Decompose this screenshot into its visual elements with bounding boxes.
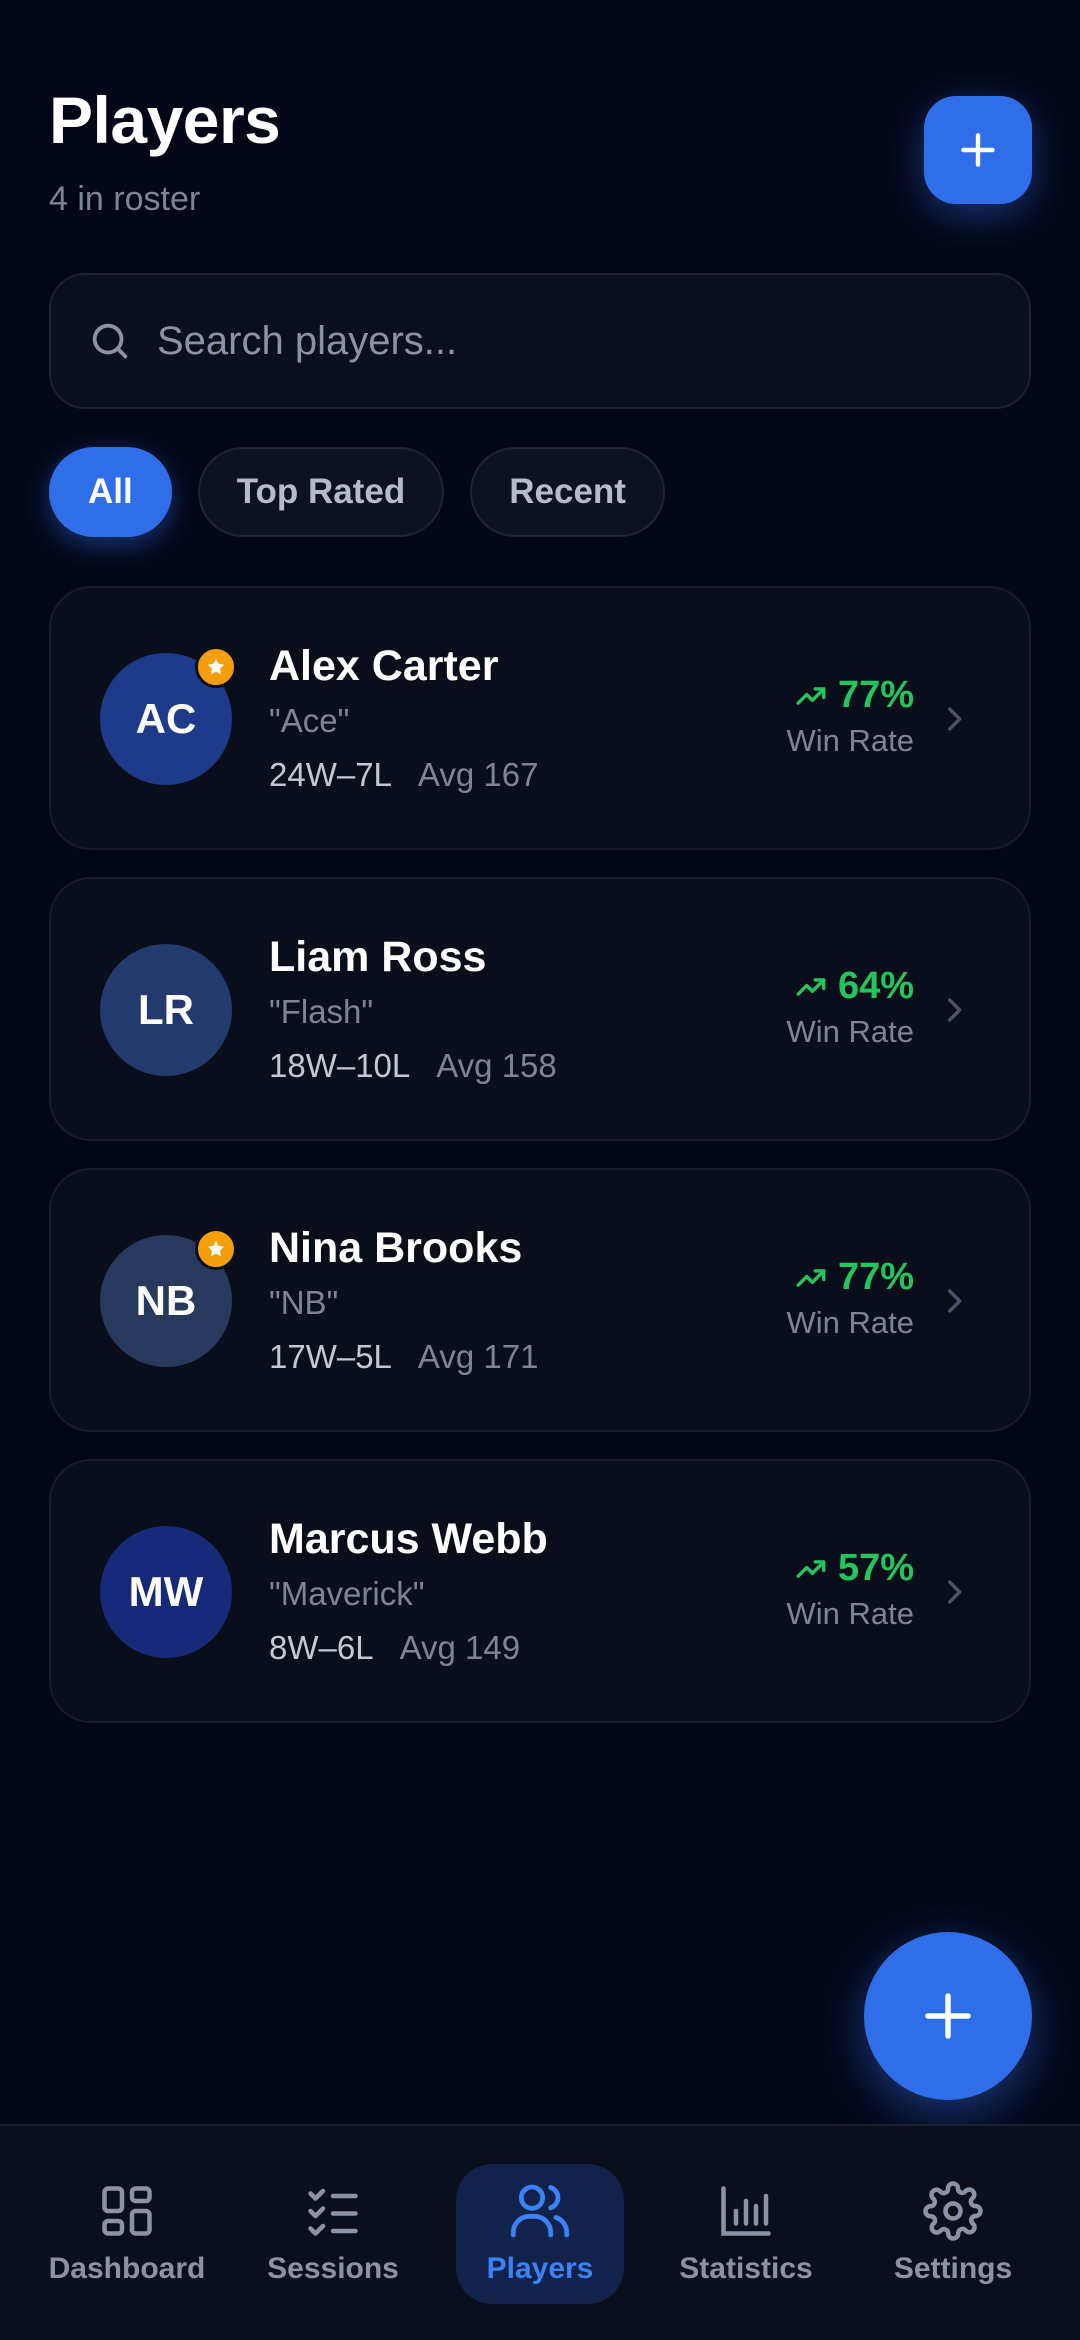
nav-item-sessions[interactable]: Sessions [249,2164,417,2304]
player-name: Liam Ross [269,933,487,981]
player-card[interactable]: LR Liam Ross "Flash" 18W–10L Avg 158 64%… [49,877,1031,1141]
trending-up-icon [796,977,826,996]
search-icon [92,323,128,359]
player-nickname: "Ace" [269,702,350,739]
star-badge [195,1228,237,1270]
page-title: Players [49,83,281,157]
nav-item-dashboard[interactable]: Dashboard [43,2164,211,2304]
bar-chart-icon [721,2186,771,2236]
trending-up-icon [796,686,826,705]
player-nickname: "Flash" [269,993,374,1030]
chevron-right-icon [948,1580,962,1604]
plus-icon [925,1993,971,2039]
gear-icon [923,2181,983,2241]
nav-label: Statistics [679,2252,813,2285]
avatar: MW [100,1526,232,1658]
player-stats: 18W–10L Avg 158 [269,1047,557,1085]
player-card[interactable]: MW Marcus Webb "Maverick" 8W–6L Avg 149 … [49,1459,1031,1723]
bottom-nav: Dashboard Sessions Players Statistics Se… [0,2124,1080,2340]
player-average: Avg 158 [436,1047,557,1084]
trending-up-icon [796,1268,826,1287]
add-player-button[interactable] [924,96,1032,204]
star-icon [207,1240,225,1257]
player-stats: 8W–6L Avg 149 [269,1629,520,1667]
nav-item-settings[interactable]: Settings [869,2164,1037,2304]
win-rate-value: 77% [837,674,914,716]
player-name: Nina Brooks [269,1224,523,1272]
roster-count: 4 in roster [49,180,201,218]
win-rate: 77% Win Rate [787,674,914,759]
player-average: Avg 171 [417,1338,539,1375]
player-card[interactable]: AC Alex Carter "Ace" 24W–7L Avg 167 77% … [49,586,1031,850]
search-input[interactable] [157,318,957,364]
avatar: LR [100,944,232,1076]
plus-icon [961,133,995,167]
nav-label: Players [486,2252,594,2285]
win-rate-label: Win Rate [786,1596,914,1631]
filter-chips: All Top Rated Recent [49,447,665,537]
floating-add-button[interactable] [864,1932,1032,2100]
player-name: Marcus Webb [269,1515,548,1563]
win-rate: 64% Win Rate [787,965,914,1050]
filter-chip-top-rated[interactable]: Top Rated [197,447,445,537]
player-record: 18W–10L [269,1047,411,1084]
nav-label: Settings [893,2252,1013,2285]
checklist-icon [308,2188,358,2236]
trending-up-icon [796,1559,826,1578]
player-card[interactable]: NB Nina Brooks "NB" 17W–5L Avg 171 77% W… [49,1168,1031,1432]
win-rate-value: 77% [837,1256,914,1298]
player-stats: 24W–7L Avg 167 [269,756,538,794]
chevron-right-icon [948,1289,962,1313]
player-record: 8W–6L [269,1629,374,1666]
star-badge [195,646,237,688]
users-icon [510,2184,570,2238]
chevron-right-icon [948,707,962,731]
filter-chip-all[interactable]: All [49,447,172,537]
player-nickname: "NB" [269,1284,339,1321]
win-rate: 77% Win Rate [787,1256,914,1341]
search-bar[interactable] [49,273,1031,409]
win-rate-value: 64% [837,965,914,1007]
player-record: 17W–5L [269,1338,392,1375]
filter-chip-recent[interactable]: Recent [470,447,665,537]
nav-item-statistics[interactable]: Statistics [662,2164,830,2304]
players-screen: Players 4 in roster All Top Rated Recent… [0,0,1080,2340]
win-rate-value: 57% [837,1547,914,1589]
player-average: Avg 167 [417,756,539,793]
player-record: 24W–7L [269,756,392,793]
star-icon [207,658,225,675]
player-average: Avg 149 [399,1629,521,1666]
win-rate-label: Win Rate [786,723,914,758]
grid-icon [102,2186,152,2236]
nav-label: Dashboard [48,2252,206,2285]
player-stats: 17W–5L Avg 171 [269,1338,538,1376]
nav-item-players[interactable]: Players [456,2164,624,2304]
chevron-right-icon [948,998,962,1022]
win-rate-label: Win Rate [786,1014,914,1049]
win-rate-label: Win Rate [786,1305,914,1340]
win-rate: 57% Win Rate [787,1547,914,1632]
player-nickname: "Maverick" [269,1575,425,1612]
nav-label: Sessions [267,2252,399,2285]
player-name: Alex Carter [269,642,499,690]
